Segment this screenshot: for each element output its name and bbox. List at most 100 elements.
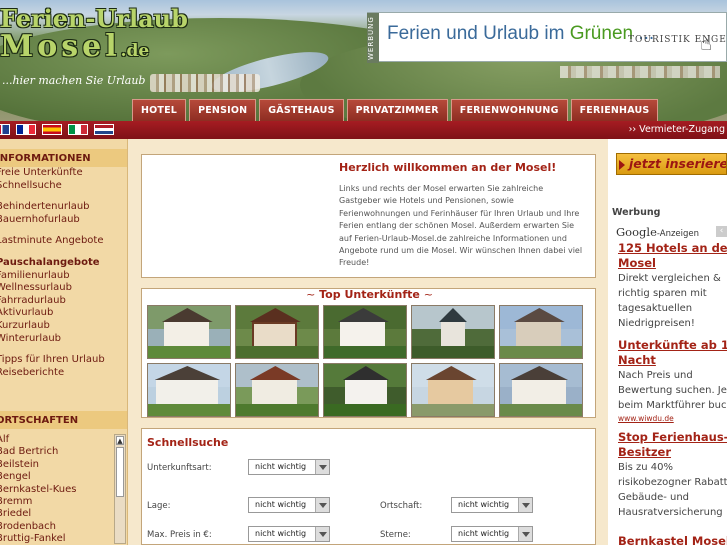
- accommodation-thumbnail[interactable]: [147, 363, 231, 417]
- fr-flag-icon[interactable]: [16, 124, 36, 135]
- accommodation-thumbnail[interactable]: [499, 305, 583, 359]
- link-behindertenurlaub[interactable]: Behindertenurlaub: [0, 201, 127, 214]
- ort-select[interactable]: nicht wichtig: [451, 497, 533, 513]
- accommodation-thumbnail[interactable]: [147, 305, 231, 359]
- ort-item[interactable]: Alf: [0, 434, 128, 446]
- site-logo[interactable]: Ferien-Urlaub Mosel.de ...hier machen Si…: [0, 4, 188, 87]
- top-title-row: ~ Top Unterkünfte ~: [142, 288, 597, 301]
- google-ad[interactable]: 125 Hotels an der Mosel Direkt vergleich…: [618, 241, 727, 331]
- chevron-left-icon[interactable]: ‹: [716, 226, 727, 237]
- link-pauschalangebote[interactable]: Pauschalangebote: [0, 257, 127, 270]
- ad-banner[interactable]: WERBUNG Ferien und Urlaub im Grünen ... …: [367, 12, 727, 63]
- main-nav: HOTEL PENSION GÄSTEHAUS PRIVATZIMMER FER…: [132, 99, 659, 121]
- link-familienurlaub[interactable]: Familienurlaub: [0, 270, 127, 283]
- ad-body: Gebäude- und: [618, 492, 690, 503]
- ort-item[interactable]: Brodenbach: [0, 521, 128, 533]
- ornament-left-icon: ~: [306, 288, 316, 301]
- google-ad[interactable]: Unterkünfte ab 10€/ Nacht Nach Preis und…: [618, 338, 727, 425]
- ad-headline[interactable]: 125 Hotels an der: [618, 241, 727, 256]
- ad-headline[interactable]: Unterkünfte ab 10€/: [618, 338, 727, 353]
- ad-body: Direkt vergleichen &: [618, 273, 721, 284]
- ad-body: beim Marktführer buchen: [618, 400, 727, 411]
- ortschaften-scrollbar[interactable]: ▲: [114, 434, 126, 544]
- search-title: Schnellsuche: [147, 436, 229, 449]
- link-reiseberichte[interactable]: Reiseberichte: [0, 367, 127, 380]
- nav-gaestehaus[interactable]: GÄSTEHAUS: [259, 99, 344, 121]
- accommodation-thumbnail[interactable]: [323, 305, 407, 359]
- ad-body: tagesaktuellen: [618, 303, 693, 314]
- accommodation-thumbnail[interactable]: [235, 305, 319, 359]
- scroll-up-icon[interactable]: ▲: [116, 436, 124, 445]
- nl-flag-icon[interactable]: [94, 124, 114, 135]
- chevron-down-icon: [315, 527, 329, 541]
- top-unterkuenfte-box: ~ Top Unterkünfte ~: [141, 288, 596, 418]
- link-bauernhofurlaub[interactable]: Bauernhofurlaub: [0, 214, 127, 227]
- accommodation-thumbnail[interactable]: [499, 363, 583, 417]
- ort-item[interactable]: Briedel: [0, 508, 128, 520]
- chevron-down-icon: [315, 498, 329, 512]
- ad-headline[interactable]: Mosel: [618, 256, 727, 271]
- language-flags: [0, 124, 114, 135]
- chevron-down-icon: [518, 527, 532, 541]
- vermieter-login-link[interactable]: ›› Vermieter-Zugang: [629, 124, 725, 135]
- link-freie-unterkuenfte[interactable]: Freie Unterkünfte: [0, 167, 127, 180]
- ad-body: Nach Preis und: [618, 370, 693, 381]
- type-label: Unterkunftsart:: [147, 463, 212, 473]
- scrollbar-thumb[interactable]: [116, 447, 124, 497]
- price-select[interactable]: nicht wichtig: [248, 526, 330, 542]
- welcome-box: Herzlich willkommen an der Mosel! Links …: [141, 154, 596, 278]
- ort-item[interactable]: Bruttig-Fankel: [0, 533, 128, 545]
- google-ad[interactable]: Stop Ferienhaus- Besitzer Bis zu 40% ris…: [618, 430, 727, 520]
- left-sidebar: INFORMATIONEN Freie Unterkünfte Schnells…: [0, 139, 128, 545]
- ort-item[interactable]: Bernkastel-Kues: [0, 484, 128, 496]
- link-lastminute[interactable]: Lastminute Angebote: [0, 235, 127, 248]
- link-aktivurlaub[interactable]: Aktivurlaub: [0, 307, 127, 320]
- price-select-value: nicht wichtig: [255, 529, 307, 538]
- lage-select[interactable]: nicht wichtig: [248, 497, 330, 513]
- insert-now-button[interactable]: jetzt inserieren: [616, 153, 727, 175]
- ort-item[interactable]: Bengel: [0, 471, 128, 483]
- type-select[interactable]: nicht wichtig: [248, 459, 330, 475]
- accommodation-thumbnail[interactable]: [411, 363, 495, 417]
- logo-line2: Mosel.de: [0, 29, 188, 64]
- right-column: jetzt inserieren Werbung Google-Anzeigen…: [608, 139, 727, 545]
- ad-headline[interactable]: Stop Ferienhaus-: [618, 430, 727, 445]
- nav-hotel[interactable]: HOTEL: [132, 99, 187, 121]
- google-ad[interactable]: Bernkastel Mosel: [618, 534, 727, 545]
- nav-pension[interactable]: PENSION: [189, 99, 257, 121]
- link-schnellsuche[interactable]: Schnellsuche: [0, 180, 127, 193]
- link-tipps[interactable]: Tipps für Ihren Urlaub: [0, 354, 127, 367]
- it-flag-icon[interactable]: [68, 124, 88, 135]
- ad-url[interactable]: www.wiwdu.de: [618, 413, 727, 425]
- nav-ferienhaus[interactable]: FERIENHAUS: [570, 99, 659, 121]
- header-town-right: [560, 66, 720, 78]
- ortschaften-list[interactable]: Alf Bad Bertrich Beilstein Bengel Bernka…: [0, 431, 128, 545]
- ad-headline[interactable]: Bernkastel Mosel: [618, 534, 727, 545]
- ad-headline[interactable]: Besitzer: [618, 445, 727, 460]
- section-informationen: INFORMATIONEN: [0, 149, 127, 167]
- logo-mosel: Mosel: [0, 29, 121, 64]
- link-winterurlaub[interactable]: Winterurlaub: [0, 333, 127, 346]
- nav-privatzimmer[interactable]: PRIVATZIMMER: [346, 99, 448, 121]
- nav-ferienwohnung[interactable]: FERIENWOHNUNG: [450, 99, 568, 121]
- uk-flag-icon[interactable]: [0, 124, 10, 135]
- ad-headline[interactable]: Nacht: [618, 353, 727, 368]
- price-label: Max. Preis in €:: [147, 530, 212, 540]
- link-fahrradurlaub[interactable]: Fahrradurlaub: [0, 295, 127, 308]
- accommodation-thumbnail[interactable]: [235, 363, 319, 417]
- stars-select[interactable]: nicht wichtig: [451, 526, 533, 542]
- link-wellnessurlaub[interactable]: Wellnessurlaub: [0, 282, 127, 295]
- ad-body: Niedrigpreisen!: [618, 318, 695, 329]
- ort-item[interactable]: Bad Bertrich: [0, 446, 128, 458]
- es-flag-icon[interactable]: [42, 124, 62, 135]
- banner-text-green: Grünen: [569, 23, 634, 44]
- accommodation-thumbnail[interactable]: [323, 363, 407, 417]
- ort-item[interactable]: Beilstein: [0, 459, 128, 471]
- accommodation-thumbnail[interactable]: [411, 305, 495, 359]
- ort-item[interactable]: Bremm: [0, 496, 128, 508]
- link-kurzurlaub[interactable]: Kurzurlaub: [0, 320, 127, 333]
- ad-body: Bewertung suchen. Jetzt: [618, 385, 727, 396]
- google-brand: Google: [616, 225, 657, 239]
- language-bar: ›› Vermieter-Zugang: [0, 121, 727, 139]
- ort-label: Ortschaft:: [380, 501, 423, 511]
